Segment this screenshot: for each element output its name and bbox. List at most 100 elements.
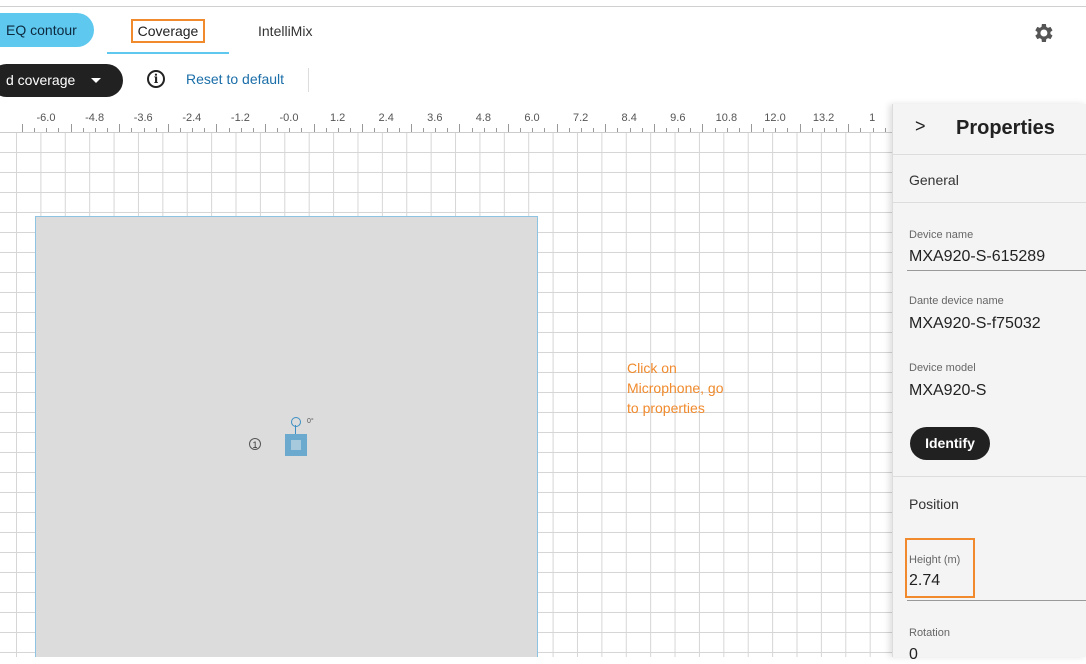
reset-to-default-button[interactable]: Reset to default [186, 71, 284, 87]
ruler-tick-label: 13.2 [812, 112, 835, 124]
ruler-tick [544, 128, 546, 132]
ruler-tick [872, 128, 874, 132]
ruler-tick-label: -2.4 [182, 112, 202, 124]
ruler-tick [823, 128, 825, 132]
ruler-tick [665, 128, 667, 132]
ruler-tick [763, 128, 765, 132]
ruler-tick [167, 124, 169, 132]
ruler-tick-label: 1 [869, 112, 876, 124]
ruler-tick [119, 124, 121, 132]
gear-icon[interactable] [1031, 21, 1055, 45]
microphone-icon[interactable] [285, 434, 307, 456]
collapse-chevron-icon[interactable]: > [915, 116, 926, 137]
note-line: to properties [627, 400, 705, 416]
ruler-tick-label: 6.0 [524, 112, 540, 124]
ruler-tick [690, 128, 692, 132]
ruler-tick-label: 1.2 [329, 112, 346, 124]
ruler-tick-label: 2.4 [378, 112, 394, 124]
ruler-tick [337, 128, 339, 132]
ruler-tick [179, 128, 181, 132]
divider [893, 202, 1086, 203]
ruler-tick [836, 128, 838, 132]
rotation-stem [295, 425, 296, 434]
rotation-field[interactable]: 0 [909, 646, 918, 664]
ruler-tick [422, 128, 424, 132]
ruler-tick [313, 124, 315, 132]
ruler-tick [301, 128, 303, 132]
ruler-tick-label: -3.6 [133, 112, 153, 124]
ruler-tick [678, 128, 680, 132]
ruler-tick [775, 128, 777, 132]
ruler-tick [46, 128, 48, 132]
caret-down-icon [91, 78, 101, 83]
ruler-tick [289, 128, 291, 132]
ruler-tick [738, 128, 740, 132]
device-model-value: MXA920-S [909, 382, 987, 399]
ruler-tick [495, 128, 497, 132]
height-field[interactable]: 2.74 [909, 572, 940, 590]
tab-intellimix[interactable]: IntelliMix [258, 23, 312, 39]
ruler-tick [277, 128, 279, 132]
ruler-tick-label: -6.0 [36, 112, 56, 124]
height-label: Height (m) [909, 554, 961, 566]
ruler-tick [155, 128, 157, 132]
properties-panel: > Properties General Device name MXA920-… [892, 104, 1086, 663]
tab-coverage-label: Coverage [130, 19, 206, 43]
ruler-tick-label: 9.6 [670, 112, 686, 124]
ruler-tick [508, 124, 509, 132]
device-model-label: Device model [909, 362, 976, 374]
ruler-tick [459, 124, 461, 132]
ruler-tick [94, 128, 96, 132]
ruler-tick [216, 124, 218, 132]
identify-button[interactable]: Identify [910, 427, 990, 460]
ruler-tick [374, 128, 376, 132]
annotation-note: Click on Microphone, go to properties [627, 358, 757, 418]
dante-name-value: MXA920-S-f75032 [909, 315, 1041, 332]
section-general: General [909, 172, 959, 188]
tab-eq-contour[interactable]: EQ contour [0, 13, 94, 47]
ruler-tick-label: -4.8 [85, 112, 105, 124]
ruler-tick-label: 10.8 [715, 112, 738, 124]
ruler-tick [34, 128, 36, 132]
note-line: Click on [627, 360, 677, 376]
ruler-tick [325, 128, 327, 132]
coverage-dropdown-button[interactable]: d coverage [0, 64, 123, 97]
info-icon[interactable]: i [147, 70, 165, 88]
ruler-tick [811, 128, 813, 132]
ruler-tick [362, 124, 364, 132]
ruler-tick [398, 128, 400, 132]
ruler-tick [848, 124, 850, 132]
ruler-tick [532, 128, 534, 132]
ruler-tick-label: 3.6 [427, 112, 443, 124]
ruler-tick [350, 128, 352, 132]
panel-title: Properties [956, 117, 1055, 139]
device-name-field[interactable]: MXA920-S-615289 [909, 248, 1045, 266]
ruler-tick [702, 124, 704, 132]
ruler-tick [520, 128, 522, 132]
ruler-tick-label: -0.0 [279, 112, 299, 124]
ruler-tick [435, 128, 437, 132]
ruler-tick [471, 128, 473, 132]
tab-coverage[interactable]: Coverage [107, 10, 229, 54]
coverage-canvas[interactable]: -6.0 -4.8 -3.6 -2.4 -1.2 -0.0 1.2 2.4 3.6 4.8 6.0 7… [0, 104, 892, 657]
ruler-tick [228, 128, 230, 132]
rotation-handle[interactable] [291, 417, 301, 427]
device-name-label: Device name [909, 229, 974, 241]
ruler-tick-label: 4.8 [475, 112, 492, 124]
rotation-label: Rotation [909, 627, 950, 639]
ruler-tick [70, 124, 72, 132]
section-position: Position [909, 496, 959, 512]
field-underline [907, 600, 1086, 601]
ruler-tick [605, 124, 607, 132]
ruler-tick [58, 128, 60, 132]
divider [893, 476, 1086, 477]
ruler-tick [410, 124, 412, 132]
ruler-tick [617, 128, 619, 132]
ruler-tick [580, 128, 582, 132]
ruler-tick-label: -1.2 [230, 112, 250, 124]
note-line: Microphone, go [627, 380, 724, 396]
dante-name-label: Dante device name [909, 295, 1004, 307]
ruler-tick [252, 128, 254, 132]
ruler-tick [653, 124, 655, 132]
ruler-tick [799, 124, 801, 132]
